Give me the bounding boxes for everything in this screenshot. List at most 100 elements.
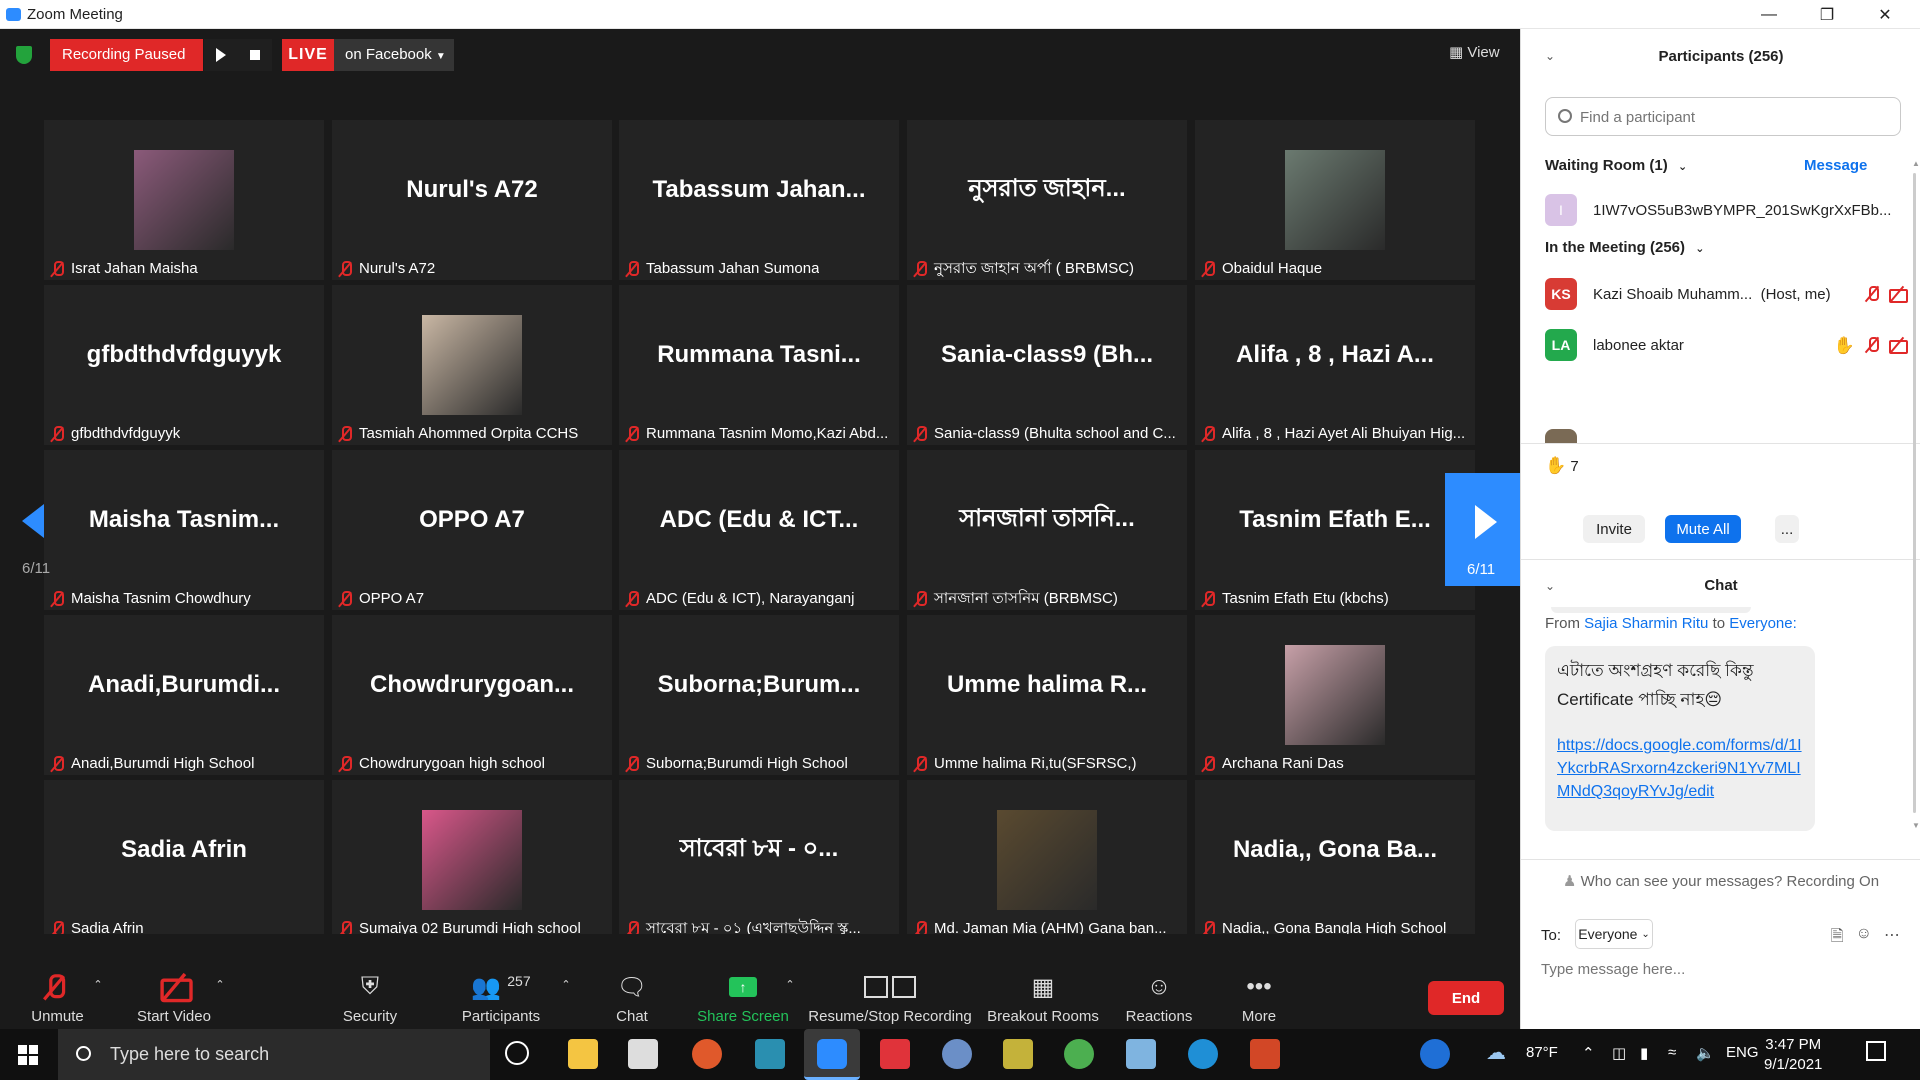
encryption-shield-icon[interactable]: [16, 46, 32, 64]
participant-video-tile[interactable]: Nurul's A72 Nurul's A72: [332, 120, 612, 280]
resume-stop-recording-button[interactable]: Resume/Stop Recording: [806, 934, 974, 1029]
volume-icon[interactable]: 🔈: [1696, 1044, 1715, 1062]
file-explorer-icon[interactable]: [568, 1039, 598, 1069]
participant-video-tile[interactable]: Umme halima R... Umme halima Ri,tu(SFSRSC…: [907, 615, 1187, 775]
ellipsis-icon[interactable]: ⋯: [1884, 925, 1900, 952]
mute-all-button[interactable]: Mute All: [1665, 515, 1741, 543]
notifications-icon[interactable]: [1866, 1041, 1886, 1061]
participant-video-tile[interactable]: Sania-class9 (Bh... Sania-class9 (Bhulta …: [907, 285, 1187, 445]
participant-video-tile[interactable]: সানজানা তাসনি... সানজানা তাসনিম (BRBMSC): [907, 450, 1187, 610]
participant-search-input[interactable]: [1580, 106, 1880, 128]
chrome-icon[interactable]: [1064, 1039, 1094, 1069]
file-icon[interactable]: 🗎: [1831, 925, 1844, 952]
show-hidden-icons-caret[interactable]: ⌃: [1582, 1044, 1595, 1062]
chat-button[interactable]: 🗨 Chat: [602, 934, 662, 1029]
network-icon[interactable]: ◫: [1612, 1044, 1626, 1062]
unmute-button[interactable]: Unmute: [20, 934, 95, 1029]
cortana-icon[interactable]: [505, 1041, 529, 1065]
message-visibility-info[interactable]: ♟ Who can see your messages? Recording O…: [1521, 872, 1920, 890]
store-icon[interactable]: [628, 1039, 658, 1069]
participant-video-tile[interactable]: Anadi,Burumdi... Anadi,Burumdi High Schoo…: [44, 615, 324, 775]
powerpoint-icon[interactable]: [1250, 1039, 1280, 1069]
wifi-icon[interactable]: ≈: [1668, 1044, 1676, 1061]
invite-button[interactable]: Invite: [1583, 515, 1645, 543]
waiting-room-header[interactable]: Waiting Room (1) ⌄: [1545, 157, 1687, 174]
stop-recording-button[interactable]: [238, 39, 272, 71]
reactions-button[interactable]: ☺ Reactions: [1122, 934, 1196, 1029]
waiting-participant-row[interactable]: I 1IW7vOS5uB3wBYMPR_201SwKgrXxFBb...: [1545, 193, 1905, 227]
participant-row[interactable]: KS Kazi Shoaib Muhamm... (Host, me): [1545, 277, 1908, 311]
participant-video-tile[interactable]: Nadia,, Gona Ba... Nadia,, Gona Bangla Hi…: [1195, 780, 1475, 940]
muted-mic-icon[interactable]: [1864, 336, 1880, 354]
firefox-icon[interactable]: [692, 1039, 722, 1069]
resume-recording-button[interactable]: [204, 39, 238, 71]
participant-video-tile[interactable]: Maisha Tasnim... Maisha Tasnim Chowdhury: [44, 450, 324, 610]
chat-message-input[interactable]: [1541, 961, 1901, 978]
image-app-icon[interactable]: [1003, 1039, 1033, 1069]
participant-video-tile[interactable]: gfbdthdvfdguyyk gfbdthdvfdguyyk: [44, 285, 324, 445]
participant-search[interactable]: [1545, 97, 1901, 136]
close-button[interactable]: ✕: [1862, 0, 1908, 29]
weather-cloud-icon[interactable]: ☁: [1486, 1040, 1506, 1065]
next-page-button[interactable]: 6/11: [1445, 473, 1520, 586]
temperature[interactable]: 87°F: [1526, 1044, 1558, 1061]
notes-app-icon[interactable]: [1126, 1039, 1156, 1069]
audio-options-caret[interactable]: ⌃: [88, 934, 108, 1029]
view-button[interactable]: ▦ View: [1449, 43, 1500, 61]
chat-scrollbar[interactable]: ▲ ▼: [1911, 159, 1920, 839]
participant-video-tile[interactable]: Alifa , 8 , Hazi A... Alifa , 8 , Hazi Ay…: [1195, 285, 1475, 445]
start-video-button[interactable]: Start Video: [130, 934, 218, 1029]
participant-video-tile[interactable]: Rummana Tasni... Rummana Tasnim Momo,Kazi…: [619, 285, 899, 445]
share-screen-button[interactable]: ↑ Share Screen: [696, 934, 790, 1029]
taskbar-search[interactable]: Type here to search: [58, 1029, 490, 1080]
participant-video-tile[interactable]: Suborna;Burum... Suborna;Burumdi High Sch…: [619, 615, 899, 775]
input-language[interactable]: ENG: [1726, 1044, 1759, 1061]
participant-video-tile[interactable]: OPPO A7 OPPO A7: [332, 450, 612, 610]
participants-button[interactable]: 👥 257 Participants: [455, 934, 547, 1029]
participant-row[interactable]: LA labonee aktar ✋: [1545, 328, 1908, 362]
chat-sender[interactable]: Sajia Sharmin Ritu: [1584, 615, 1708, 632]
more-options-button[interactable]: ...: [1775, 515, 1799, 543]
muted-mic-icon: [338, 756, 352, 772]
participant-video-tile[interactable]: Israt Jahan Maisha: [44, 120, 324, 280]
participants-options-caret[interactable]: ⌃: [556, 934, 576, 1029]
zoom-taskbar-icon[interactable]: [804, 1029, 860, 1080]
participant-video-tile[interactable]: Sadia Afrin Sadia Afrin: [44, 780, 324, 940]
chat-message-link[interactable]: https://docs.google.com/forms/d/1IYkcrbR…: [1557, 734, 1803, 803]
video-options-caret[interactable]: ⌃: [210, 934, 230, 1029]
more-button[interactable]: ••• More: [1236, 934, 1282, 1029]
participant-video-tile[interactable]: Tasnim Efath E... Tasnim Efath Etu (kbchs…: [1195, 450, 1475, 610]
participant-video-tile[interactable]: ADC (Edu & ICT... ADC (Edu & ICT), Naraya…: [619, 450, 899, 610]
page-indicator-left: 6/11: [22, 560, 51, 577]
recipient-dropdown[interactable]: Everyone ⌄: [1575, 919, 1653, 949]
paint-icon[interactable]: [942, 1039, 972, 1069]
breakout-rooms-button[interactable]: ▦ Breakout Rooms: [984, 934, 1102, 1029]
taskbar-clock[interactable]: 3:47 PM 9/1/2021: [1764, 1035, 1822, 1075]
participant-video-tile[interactable]: নুসরাত জাহান... নুসরাত জাহান অর্পা ( BRBM…: [907, 120, 1187, 280]
emoji-icon[interactable]: ☺: [1856, 925, 1872, 952]
participant-video-tile[interactable]: Md. Jaman Mia (AHM) Gana ban...: [907, 780, 1187, 940]
participant-video-tile[interactable]: সাবেরা ৮ম - ০... সাবেরা ৮ম - ০১ (এখলাছউদ্…: [619, 780, 899, 940]
share-options-caret[interactable]: ⌃: [780, 934, 800, 1029]
windows-start-button[interactable]: [18, 1045, 38, 1065]
restore-button[interactable]: ❐: [1804, 0, 1850, 29]
end-meeting-button[interactable]: End: [1428, 981, 1504, 1015]
participant-video-tile[interactable]: Tabassum Jahan... Tabassum Jahan Sumona: [619, 120, 899, 280]
in-meeting-header[interactable]: In the Meeting (256) ⌄: [1545, 239, 1704, 256]
previous-page-button[interactable]: 6/11: [0, 474, 75, 584]
participant-video-tile[interactable]: Archana Rani Das: [1195, 615, 1475, 775]
participant-video-tile[interactable]: Obaidul Haque: [1195, 120, 1475, 280]
message-waiting-room-link[interactable]: Message: [1804, 157, 1867, 174]
participant-video-tile[interactable]: Tasmiah Ahommed Orpita CCHS: [332, 285, 612, 445]
battery-icon[interactable]: ▮: [1640, 1044, 1648, 1062]
edge-icon[interactable]: [1188, 1039, 1218, 1069]
minimize-button[interactable]: —: [1746, 0, 1792, 29]
infinity-app-icon[interactable]: [755, 1039, 785, 1069]
live-stream-target-dropdown[interactable]: on Facebook ▼: [334, 39, 454, 71]
muted-mic-icon[interactable]: [1864, 285, 1880, 303]
security-button[interactable]: ⛨ Security: [330, 934, 410, 1029]
participant-video-tile[interactable]: Sumaiya 02 Burumdi High school: [332, 780, 612, 940]
participant-video-tile[interactable]: Chowdrurygoan... Chowdrurygoan high schoo…: [332, 615, 612, 775]
screen-recorder-icon[interactable]: [880, 1039, 910, 1069]
help-icon[interactable]: [1420, 1039, 1450, 1069]
